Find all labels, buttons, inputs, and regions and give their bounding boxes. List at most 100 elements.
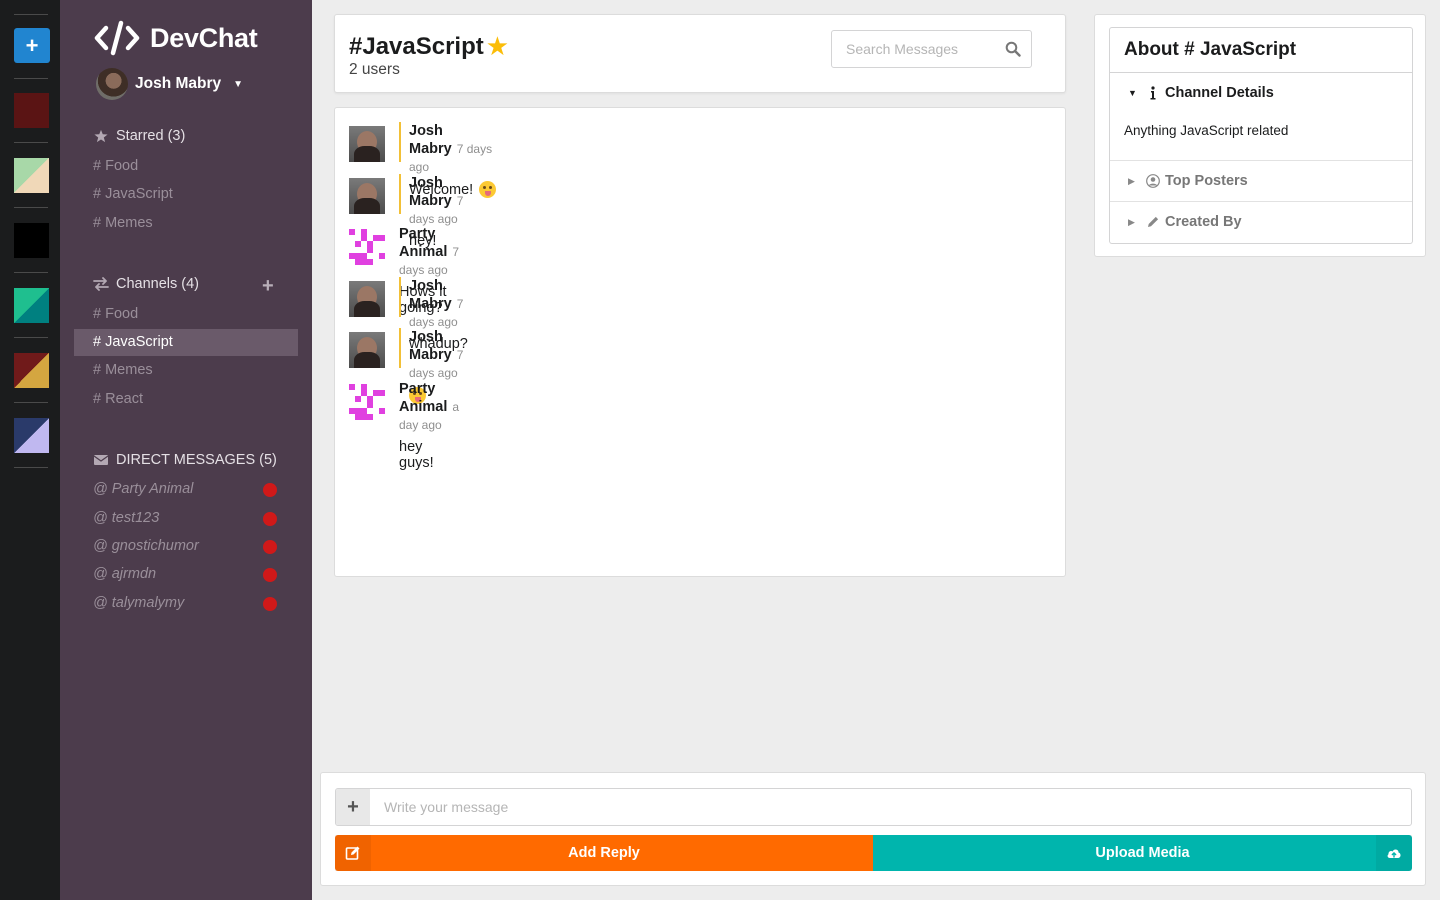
caret-down-icon: ▼	[233, 78, 244, 90]
channels-header: Channels (4)	[93, 276, 199, 292]
channel-item-react[interactable]: # React	[93, 391, 143, 407]
channel-item-javascript[interactable]: # JavaScript	[74, 329, 298, 356]
rail-divider	[14, 207, 48, 208]
rail-divider	[14, 14, 48, 15]
starred-item-javascript[interactable]: # JavaScript	[93, 186, 173, 202]
color-swatch[interactable]	[14, 93, 49, 128]
channel-details-toggle[interactable]: ▼ Channel Details	[1128, 85, 1274, 101]
offline-status-dot	[263, 597, 277, 611]
color-swatch[interactable]	[14, 223, 49, 258]
starred-item-food[interactable]: # Food	[93, 158, 138, 174]
channel-item-memes[interactable]: # Memes	[93, 362, 153, 378]
user-circle-icon	[1146, 174, 1160, 188]
mail-icon	[93, 455, 109, 465]
search-icon[interactable]	[1005, 41, 1021, 57]
message-author[interactable]: Josh Mabry	[409, 123, 452, 157]
top-posters-row: ▶ Top Posters	[1110, 160, 1412, 201]
user-name: Josh Mabry	[135, 75, 222, 92]
about-accordion: ▼ Channel Details Anything JavaScript re…	[1109, 73, 1413, 244]
direct-messages-label: DIRECT MESSAGES (5)	[116, 452, 277, 468]
top-posters-label: Top Posters	[1165, 173, 1248, 189]
edit-icon	[335, 835, 371, 871]
avatar[interactable]	[349, 178, 385, 214]
offline-status-dot	[263, 483, 277, 497]
color-swatch[interactable]	[14, 288, 49, 323]
search-input[interactable]	[832, 31, 992, 67]
upload-media-label: Upload Media	[1095, 845, 1190, 861]
created-by-toggle[interactable]: ▶ Created By	[1128, 214, 1242, 230]
rail-divider	[14, 337, 48, 338]
offline-status-dot	[263, 512, 277, 526]
dm-item-gnostichumor[interactable]: @ gnostichumor	[93, 538, 199, 554]
own-message-marker	[399, 328, 401, 368]
rail-divider	[14, 78, 48, 79]
rail-divider	[14, 467, 48, 468]
dm-item-test123[interactable]: @ test123	[93, 510, 159, 526]
about-panel: About # JavaScript ▼ Channel Details Any…	[1094, 14, 1426, 257]
user-menu[interactable]: Josh Mabry ▼	[96, 68, 243, 100]
cloud-upload-icon	[1376, 835, 1412, 871]
rail-divider	[14, 272, 48, 273]
caret-down-icon: ▼	[1128, 88, 1137, 98]
dm-item-talymalymy[interactable]: @ talymalymy	[93, 595, 184, 611]
message-author[interactable]: Party Animal	[399, 381, 447, 415]
message-author[interactable]: Josh Mabry	[409, 278, 452, 312]
rail-divider	[14, 142, 48, 143]
top-posters-toggle[interactable]: ▶ Top Posters	[1128, 173, 1248, 189]
own-message-marker	[399, 174, 401, 214]
message-composer: + Add Reply Upload Media	[320, 772, 1426, 886]
message-input[interactable]	[370, 789, 1410, 825]
message-author[interactable]: Josh Mabry	[409, 329, 452, 363]
add-color-button[interactable]: +	[14, 28, 50, 63]
starred-label: Starred (3)	[116, 128, 186, 144]
add-attachment-button[interactable]: +	[336, 789, 370, 825]
channel-title: #JavaScript ★	[349, 31, 509, 62]
channel-header: #JavaScript ★ 2 users	[334, 14, 1066, 93]
about-title: About # JavaScript	[1109, 27, 1413, 73]
upload-media-button[interactable]: Upload Media	[873, 835, 1412, 871]
caret-right-icon: ▶	[1128, 175, 1135, 186]
message-author[interactable]: Josh Mabry	[409, 175, 452, 209]
exchange-icon	[93, 277, 109, 291]
workspace-rail: +	[0, 0, 60, 900]
message-input-row: +	[335, 788, 1412, 826]
channel-user-count: 2 users	[349, 61, 400, 78]
offline-status-dot	[263, 568, 277, 582]
pencil-icon	[1148, 216, 1159, 227]
color-swatch[interactable]	[14, 158, 49, 193]
star-icon	[94, 129, 108, 143]
add-channel-button[interactable]: +	[262, 276, 274, 296]
own-message-marker	[399, 122, 401, 162]
info-icon	[1150, 86, 1156, 100]
avatar[interactable]	[349, 281, 385, 317]
channel-item-food[interactable]: # Food	[93, 306, 138, 322]
avatar[interactable]	[349, 229, 385, 265]
channel-description: Anything JavaScript related	[1124, 123, 1289, 138]
sidebar: DevChat Josh Mabry ▼ Starred (3) # Food …	[60, 0, 312, 900]
own-message-marker	[399, 277, 401, 317]
code-icon	[94, 20, 140, 56]
created-by-row: ▶ Created By	[1110, 201, 1412, 243]
starred-item-memes[interactable]: # Memes	[93, 215, 153, 231]
avatar[interactable]	[349, 126, 385, 162]
message-list: Josh Mabry 7 days ago Welcome! Josh Mabry…	[334, 107, 1066, 577]
star-icon[interactable]: ★	[486, 31, 509, 62]
dm-item-party-animal[interactable]: @ Party Animal	[93, 481, 193, 497]
channel-name: #JavaScript	[349, 32, 484, 60]
message-author[interactable]: Party Animal	[399, 226, 447, 260]
add-reply-button[interactable]: Add Reply	[335, 835, 873, 871]
color-swatch[interactable]	[14, 418, 49, 453]
channels-label: Channels (4)	[116, 276, 200, 292]
app-logo: DevChat	[94, 20, 258, 56]
color-swatch[interactable]	[14, 353, 49, 388]
starred-header: Starred (3)	[93, 128, 185, 144]
dm-item-ajrmdn[interactable]: @ ajrmdn	[93, 566, 156, 582]
avatar[interactable]	[349, 384, 385, 420]
tongue-emoji-icon	[479, 181, 497, 198]
app-name: DevChat	[150, 22, 258, 53]
add-reply-label: Add Reply	[568, 845, 640, 861]
message-text: hey guys!	[399, 439, 434, 471]
avatar[interactable]	[349, 332, 385, 368]
created-by-label: Created By	[1165, 214, 1242, 230]
caret-right-icon: ▶	[1128, 216, 1135, 227]
